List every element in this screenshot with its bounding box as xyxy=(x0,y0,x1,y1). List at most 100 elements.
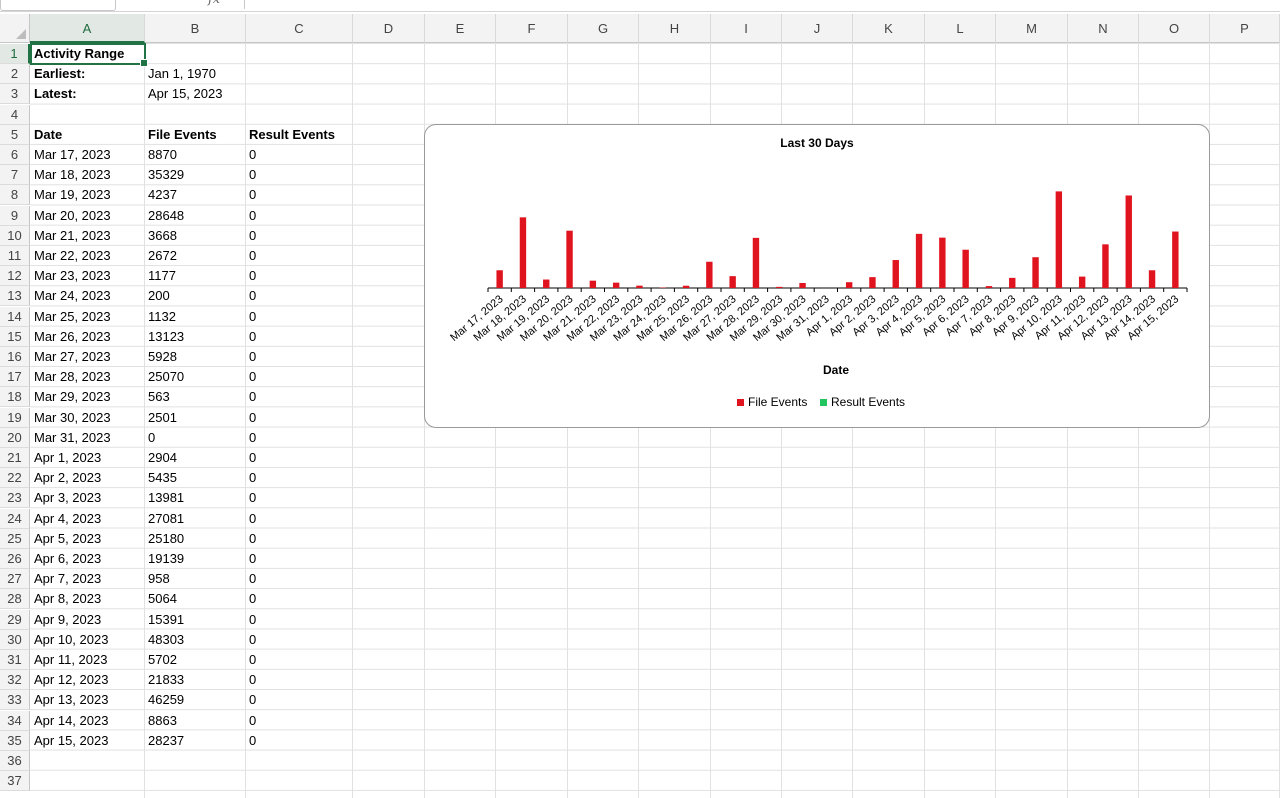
cell-file-events[interactable]: 48303 xyxy=(144,630,184,650)
chart-bar-file-events[interactable] xyxy=(1125,195,1132,288)
chart-bar-file-events[interactable] xyxy=(636,285,643,288)
chart-bar-file-events[interactable] xyxy=(1055,191,1063,288)
cell-date[interactable]: Apr 14, 2023 xyxy=(30,711,108,731)
cell-result-events[interactable]: 0 xyxy=(245,246,256,266)
cell-date[interactable]: Mar 31, 2023 xyxy=(30,428,111,448)
cell-file-events[interactable]: 8863 xyxy=(144,711,177,731)
legend-label[interactable]: File Events xyxy=(748,395,807,409)
name-box[interactable] xyxy=(0,0,116,11)
row-header-25[interactable]: 25 xyxy=(0,528,30,549)
column-header-f[interactable]: F xyxy=(496,14,568,43)
cell-result-events[interactable]: 0 xyxy=(245,206,256,226)
cell-result-events[interactable]: 0 xyxy=(245,731,256,751)
cell-date[interactable]: Mar 27, 2023 xyxy=(30,347,111,367)
chart-bar-file-events[interactable] xyxy=(985,286,993,288)
cell-result-events[interactable]: 0 xyxy=(245,690,256,710)
row-header-10[interactable]: 10 xyxy=(0,225,30,246)
cell-date[interactable]: Mar 18, 2023 xyxy=(30,165,111,185)
cell-date[interactable]: Mar 25, 2023 xyxy=(30,307,111,327)
cell-result-events[interactable]: 0 xyxy=(245,468,256,488)
row-header-31[interactable]: 31 xyxy=(0,650,30,670)
cell-result-events[interactable]: 0 xyxy=(245,670,256,690)
cell-file-events[interactable]: 2672 xyxy=(144,246,177,266)
chart-bar-file-events[interactable] xyxy=(799,282,806,288)
cell-result-events[interactable]: 0 xyxy=(245,509,256,529)
row-header-16[interactable]: 16 xyxy=(0,347,30,367)
cell-result-events[interactable]: 0 xyxy=(245,226,256,246)
cell-b5-header-file-events[interactable]: File Events xyxy=(144,125,217,145)
row-header-18[interactable]: 18 xyxy=(0,387,30,408)
cell-file-events[interactable]: 2501 xyxy=(144,408,177,428)
cell-date[interactable]: Apr 7, 2023 xyxy=(30,569,101,589)
row-header-34[interactable]: 34 xyxy=(0,710,30,731)
cell-result-events[interactable]: 0 xyxy=(245,549,256,569)
cell-date[interactable]: Apr 3, 2023 xyxy=(30,488,101,508)
cell-date[interactable]: Apr 2, 2023 xyxy=(30,468,101,488)
chart-bar-file-events[interactable] xyxy=(612,282,620,288)
cell-date[interactable]: Apr 15, 2023 xyxy=(30,731,108,751)
row-header-29[interactable]: 29 xyxy=(0,609,30,630)
cell-file-events[interactable]: 5928 xyxy=(144,347,177,367)
chart-bar-file-events[interactable] xyxy=(1172,231,1179,288)
column-header-h[interactable]: H xyxy=(639,14,711,43)
row-header-37[interactable]: 37 xyxy=(0,771,30,792)
cell-file-events[interactable]: 1132 xyxy=(144,307,176,327)
cell-date[interactable]: Mar 17, 2023 xyxy=(30,145,111,165)
chart-bar-file-events[interactable] xyxy=(869,277,876,288)
column-header-n[interactable]: N xyxy=(1068,14,1139,43)
cell-date[interactable]: Mar 30, 2023 xyxy=(30,408,111,428)
cell-date[interactable]: Apr 12, 2023 xyxy=(30,670,108,690)
cell-file-events[interactable]: 1177 xyxy=(144,266,176,286)
cell-date[interactable]: Mar 26, 2023 xyxy=(30,327,111,347)
cell-file-events[interactable]: 5064 xyxy=(144,589,177,609)
chart-bar-file-events[interactable] xyxy=(589,280,597,288)
row-header-23[interactable]: 23 xyxy=(0,488,30,509)
column-header-o[interactable]: O xyxy=(1139,14,1210,43)
row-header-24[interactable]: 24 xyxy=(0,508,30,529)
chart-bar-file-events[interactable] xyxy=(1148,270,1156,288)
cell-file-events[interactable]: 13981 xyxy=(144,488,184,508)
cell-result-events[interactable]: 0 xyxy=(245,529,256,549)
cell-result-events[interactable]: 0 xyxy=(245,589,256,609)
row-header-26[interactable]: 26 xyxy=(0,549,30,569)
chart-bar-file-events[interactable] xyxy=(845,282,853,288)
cell-b2-earliest-value[interactable]: Jan 1, 1970 xyxy=(144,64,216,84)
chart-bar-file-events[interactable] xyxy=(543,279,550,288)
cell-result-events[interactable]: 0 xyxy=(245,610,256,630)
cell-a2-earliest-label[interactable]: Earliest: xyxy=(30,64,85,84)
row-header-6[interactable]: 6 xyxy=(0,145,30,165)
chart-bar-file-events[interactable] xyxy=(776,286,783,288)
cell-result-events[interactable]: 0 xyxy=(245,428,256,448)
cell-date[interactable]: Apr 9, 2023 xyxy=(30,610,101,630)
row-header-32[interactable]: 32 xyxy=(0,670,30,691)
cell-date[interactable]: Apr 1, 2023 xyxy=(30,448,101,468)
cell-date[interactable]: Apr 13, 2023 xyxy=(30,690,108,710)
chart-bar-file-events[interactable] xyxy=(566,230,573,288)
cell-result-events[interactable]: 0 xyxy=(245,408,256,428)
row-header-8[interactable]: 8 xyxy=(0,185,30,206)
cell-date[interactable]: Apr 8, 2023 xyxy=(30,589,101,609)
column-header-a[interactable]: A xyxy=(30,14,145,43)
row-header-30[interactable]: 30 xyxy=(0,629,30,650)
row-header-12[interactable]: 12 xyxy=(0,266,30,287)
cell-date[interactable]: Apr 5, 2023 xyxy=(30,529,101,549)
cell-date[interactable]: Apr 4, 2023 xyxy=(30,509,101,529)
row-header-21[interactable]: 21 xyxy=(0,448,30,468)
row-header-35[interactable]: 35 xyxy=(0,730,30,751)
row-header-17[interactable]: 17 xyxy=(0,367,30,388)
cell-result-events[interactable]: 0 xyxy=(245,448,256,468)
column-header-l[interactable]: L xyxy=(925,14,996,43)
cell-b3-latest-value[interactable]: Apr 15, 2023 xyxy=(144,84,222,104)
chart-bar-file-events[interactable] xyxy=(1009,277,1016,288)
cell-file-events[interactable]: 25180 xyxy=(144,529,184,549)
cell-file-events[interactable]: 19139 xyxy=(144,549,184,569)
cell-file-events[interactable]: 28648 xyxy=(144,206,184,226)
column-header-k[interactable]: K xyxy=(853,14,925,43)
cell-date[interactable]: Mar 24, 2023 xyxy=(30,286,111,306)
cell-result-events[interactable]: 0 xyxy=(245,266,256,286)
cell-date[interactable]: Apr 6, 2023 xyxy=(30,549,101,569)
formula-input[interactable] xyxy=(244,0,1280,9)
cell-result-events[interactable]: 0 xyxy=(245,185,256,205)
chart-bar-file-events[interactable] xyxy=(1032,257,1039,288)
cell-date[interactable]: Mar 29, 2023 xyxy=(30,387,111,407)
